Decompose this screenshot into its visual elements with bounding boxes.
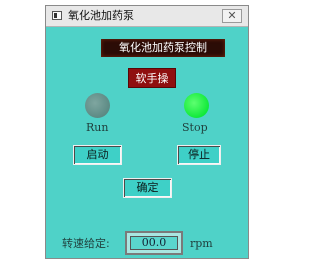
confirm-button[interactable]: 确定 [123,178,172,198]
speed-setpoint-field[interactable]: 00.0 [125,231,183,255]
speed-setpoint-value[interactable]: 00.0 [130,236,178,250]
pump-control-window: 氧化池加药泵 ✕ 氧化池加药泵控制 软手操 Run Stop 启动 停止 确定 … [45,5,249,259]
title-bar: 氧化池加药泵 ✕ [46,6,248,27]
manual-mode-button[interactable]: 软手操 [128,68,176,88]
run-indicator-lamp [85,93,110,118]
control-banner: 氧化池加药泵控制 [101,39,225,57]
stop-indicator-lamp [184,93,209,118]
stop-label: Stop [182,121,208,134]
stop-button[interactable]: 停止 [177,145,221,165]
window-app-icon [52,11,62,20]
window-title: 氧化池加药泵 [68,9,134,22]
speed-unit-label: rpm [190,237,213,250]
speed-setpoint-label: 转速给定: [62,237,110,250]
start-button[interactable]: 启动 [73,145,122,165]
close-icon[interactable]: ✕ [222,9,242,23]
run-label: Run [86,121,109,134]
